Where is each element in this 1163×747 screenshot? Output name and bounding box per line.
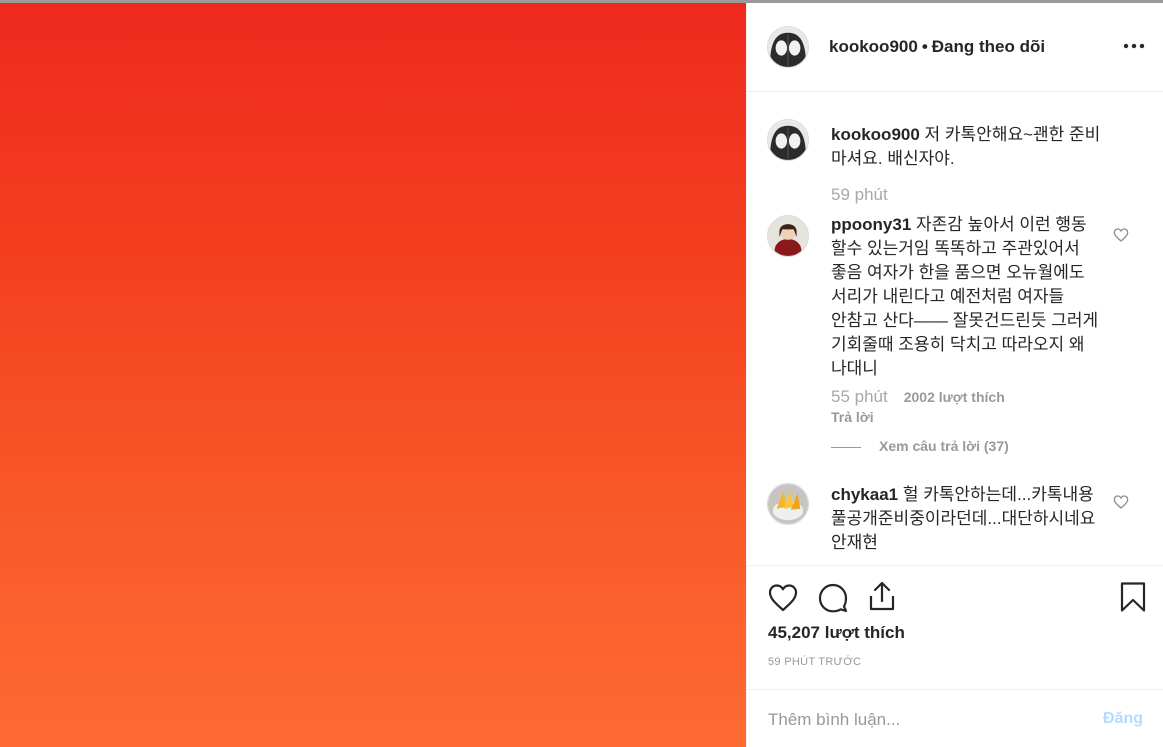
post-side-panel: kookoo900 • Đang theo dõi kookoo900 저 카톡안해… xyxy=(746,3,1163,747)
commenter-avatar[interactable] xyxy=(767,483,809,525)
author-avatar[interactable] xyxy=(767,26,809,68)
comment-username[interactable]: kookoo900 xyxy=(831,125,920,144)
post-timestamp[interactable]: 59 PHÚT TRƯỚC xyxy=(768,656,861,668)
add-comment-input[interactable] xyxy=(768,708,1088,732)
follow-status[interactable]: Đang theo dõi xyxy=(932,37,1045,56)
comment-likes[interactable]: 2002 lượt thích xyxy=(904,389,1005,405)
author-username[interactable]: kookoo900 xyxy=(829,37,918,56)
view-replies-label: Xem câu trả lời (37) xyxy=(879,438,1009,454)
comment-body: 자존감 높아서 이런 행동 할수 있는거임 똑똑하고 주관있어서 좋음 여자가 … xyxy=(831,215,1099,378)
comment-text: chykaa1 헐 카톡안하는데...카톡내용 풀공개준비중이라던데...대단하… xyxy=(831,483,1113,555)
commenter-avatar[interactable] xyxy=(767,215,809,257)
add-comment-section: Đăng xyxy=(747,689,1163,747)
replies-line xyxy=(831,446,861,448)
like-comment-heart-icon[interactable] xyxy=(1113,494,1129,510)
comment-meta: 55 phút 2002 lượt thích xyxy=(831,387,1005,407)
post-actions: 45,207 lượt thích 59 PHÚT TRƯỚC xyxy=(747,565,1163,703)
post-header: kookoo900 • Đang theo dõi xyxy=(747,3,1163,92)
post-likes-count[interactable]: 45,207 lượt thích xyxy=(768,623,905,643)
like-comment-heart-icon[interactable] xyxy=(1113,227,1129,243)
share-icon[interactable] xyxy=(866,580,898,612)
caption-avatar[interactable] xyxy=(767,119,809,161)
heart-icon[interactable] xyxy=(767,582,799,614)
separator-dot: • xyxy=(921,37,928,56)
comment-username[interactable]: chykaa1 xyxy=(831,485,898,504)
comment-time[interactable]: 55 phút xyxy=(831,387,888,406)
comment-text: ppoony31 자존감 높아서 이런 행동 할수 있는거임 똑똑하고 주관있어… xyxy=(831,213,1113,381)
bookmark-icon[interactable] xyxy=(1117,581,1149,613)
caption-text: kookoo900 저 카톡안해요~괜한 준비 마셔요. 배신자야. xyxy=(831,123,1113,171)
comment-time[interactable]: 59 phút xyxy=(831,185,888,205)
view-replies-button[interactable]: Xem câu trả lời (37) xyxy=(831,438,1009,454)
reply-button[interactable]: Trả lời xyxy=(831,409,874,425)
post-photo[interactable] xyxy=(0,3,746,747)
comment-username[interactable]: ppoony31 xyxy=(831,215,911,234)
comments-list[interactable]: kookoo900 저 카톡안해요~괜한 준비 마셔요. 배신자야. 59 ph… xyxy=(747,93,1163,563)
header-title: kookoo900 • Đang theo dõi xyxy=(829,37,1045,57)
comment-icon[interactable] xyxy=(817,582,849,614)
more-options-icon[interactable] xyxy=(1121,33,1147,59)
post-comment-button[interactable]: Đăng xyxy=(1103,710,1143,728)
